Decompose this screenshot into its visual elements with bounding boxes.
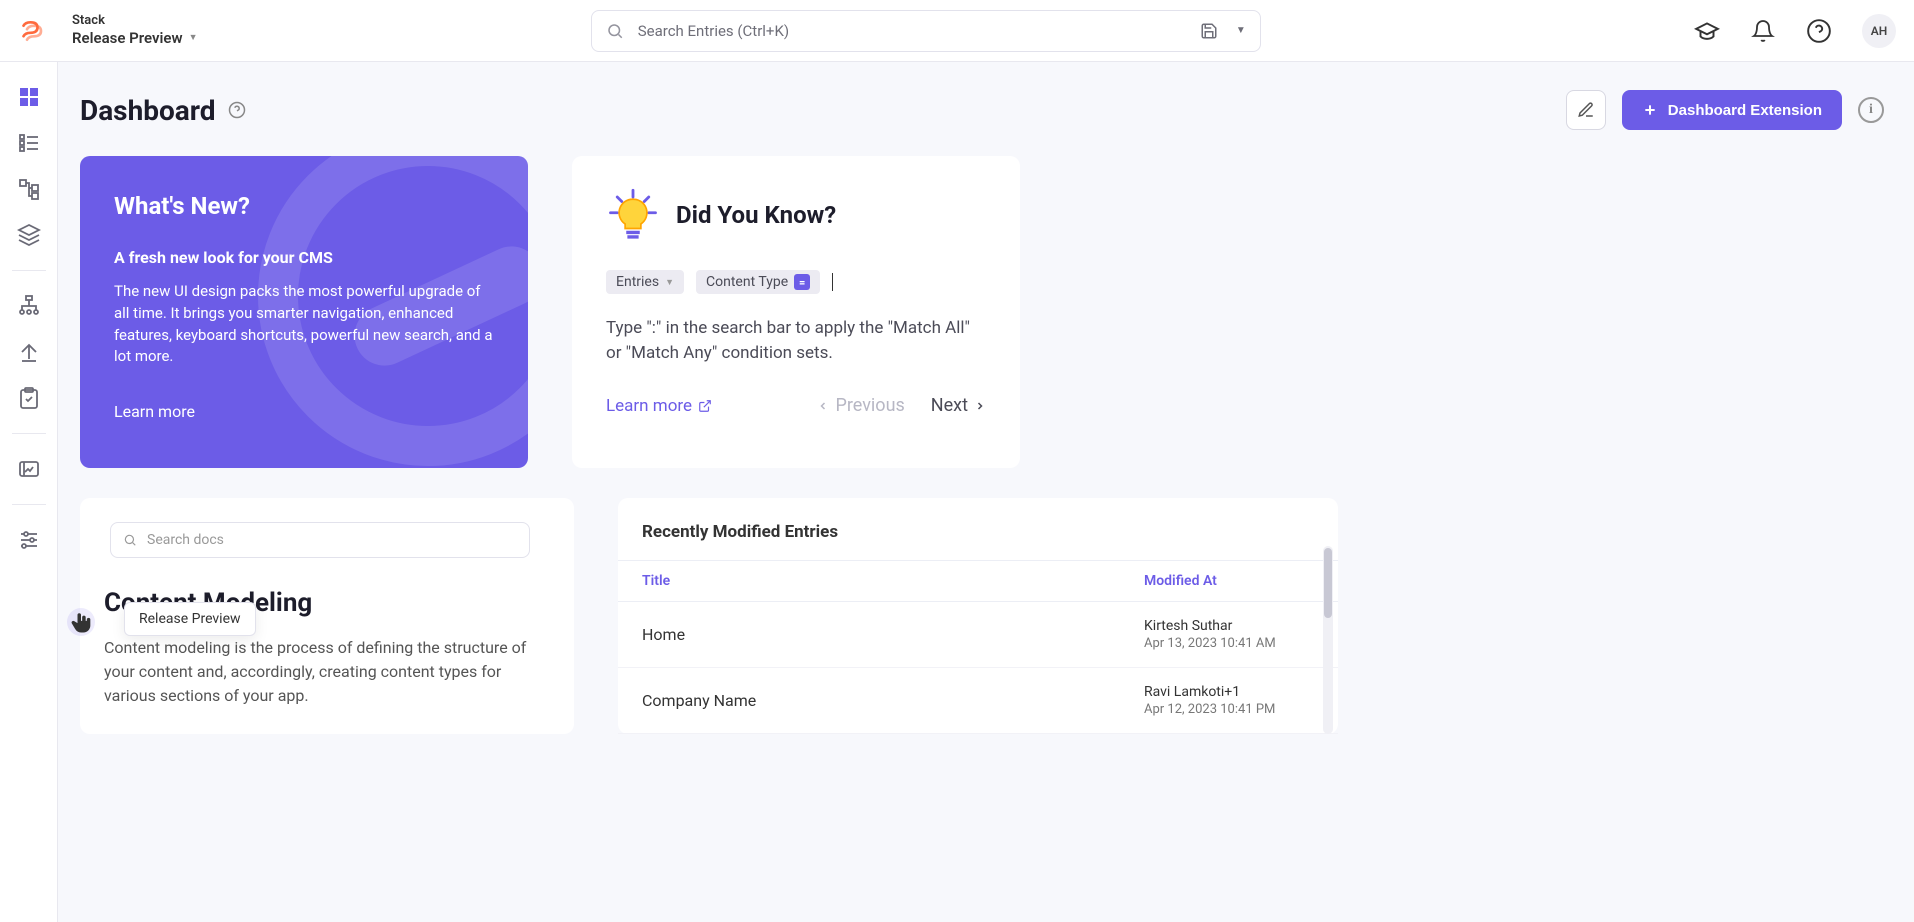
sidebar-item-release-preview[interactable] — [8, 448, 50, 490]
help-icon[interactable] — [228, 101, 246, 119]
caret-down-icon: ▼ — [189, 33, 198, 44]
edit-dashboard-button[interactable] — [1566, 90, 1606, 130]
layers-icon — [17, 223, 41, 247]
app-logo[interactable] — [12, 17, 56, 45]
hand-pointer-icon — [67, 608, 95, 636]
caret-down-icon: ▼ — [665, 277, 674, 288]
tree-icon — [17, 177, 41, 201]
dashboard-icon — [17, 85, 41, 109]
sidebar-separator — [12, 504, 46, 505]
stack-env: Release Preview ▼ — [72, 29, 197, 48]
chevron-right-icon — [974, 400, 986, 412]
col-title[interactable]: Title — [642, 573, 1144, 589]
cursor-indicator — [67, 608, 95, 636]
logo-icon — [20, 17, 48, 45]
sliders-icon — [17, 528, 41, 552]
caret-down-icon: ▼ — [1236, 25, 1246, 36]
lower-row: Search docs Content Modeling Content mod… — [80, 498, 1884, 734]
sidebar-item-entries[interactable] — [8, 122, 50, 164]
docs-search-input[interactable]: Search docs — [110, 522, 530, 558]
sidebar-item-assets[interactable] — [8, 214, 50, 256]
did-you-know-learn-more[interactable]: Learn more — [606, 396, 712, 416]
sidebar-separator — [12, 433, 46, 434]
tip-next-button[interactable]: Next — [931, 395, 986, 416]
shell: Release Preview Dashboard Dashboard Exte… — [0, 62, 1914, 922]
search-filter-toggle[interactable]: ▼ — [1200, 22, 1246, 40]
plus-icon — [1642, 102, 1658, 118]
tip-pager: Previous Next — [817, 395, 986, 416]
did-you-know-card: Did You Know? Entries ▼ Content Type = T… — [572, 156, 1020, 468]
search-placeholder: Search Entries (Ctrl+K) — [638, 22, 1200, 40]
col-modified[interactable]: Modified At — [1144, 573, 1314, 589]
save-icon — [1200, 22, 1218, 40]
help-icon[interactable] — [1806, 18, 1832, 44]
external-link-icon — [698, 399, 712, 413]
stack-selector[interactable]: Stack Release Preview ▼ — [72, 13, 197, 48]
recent-entries-panel: Recently Modified Entries Title Modified… — [618, 498, 1338, 734]
row-modified-by: Kirtesh Suthar — [1144, 618, 1314, 634]
whats-new-body: The new UI design packs the most powerfu… — [114, 281, 494, 368]
tip-prev-button[interactable]: Previous — [817, 395, 904, 416]
table-row[interactable]: Company Name Ravi Lamkoti+1 Apr 12, 2023… — [618, 668, 1338, 734]
text-cursor — [832, 273, 833, 291]
row-title: Home — [642, 625, 1144, 644]
main-content: Release Preview Dashboard Dashboard Exte… — [58, 62, 1914, 922]
topbar-actions: AH — [1694, 14, 1896, 48]
did-you-know-title: Did You Know? — [676, 201, 836, 229]
sidebar-item-dashboard[interactable] — [8, 76, 50, 118]
whats-new-subhead: A fresh new look for your CMS — [114, 248, 494, 267]
scrollbar[interactable] — [1323, 546, 1333, 734]
sidebar-item-tasks[interactable] — [8, 377, 50, 419]
bell-icon[interactable] — [1750, 18, 1776, 44]
upload-icon — [17, 340, 41, 364]
bulb-icon — [606, 188, 660, 242]
preview-icon — [17, 457, 41, 481]
whats-new-learn-more[interactable]: Learn more — [114, 402, 494, 421]
content-modeling-body: Content modeling is the process of defin… — [104, 636, 534, 708]
did-you-know-body: Type ":" in the search bar to apply the … — [606, 316, 986, 365]
row-modified-by: Ravi Lamkoti+1 — [1144, 684, 1314, 700]
topbar: Stack Release Preview ▼ Search Entries (… — [0, 0, 1914, 62]
page-header: Dashboard Dashboard Extension i — [80, 90, 1884, 130]
tooltip-release-preview: Release Preview — [124, 602, 256, 636]
did-you-know-chips: Entries ▼ Content Type = — [606, 270, 986, 294]
search-icon — [606, 22, 624, 40]
chip-entries[interactable]: Entries ▼ — [606, 270, 684, 294]
whats-new-card: What's New? A fresh new look for your CM… — [80, 156, 528, 468]
sidebar-item-localization[interactable] — [8, 285, 50, 327]
sidebar — [0, 62, 58, 922]
scrollbar-thumb[interactable] — [1324, 548, 1332, 618]
network-icon — [17, 294, 41, 318]
sidebar-item-content-model[interactable] — [8, 168, 50, 210]
recent-table-header: Title Modified At — [618, 560, 1338, 602]
row-modified-at: Apr 13, 2023 10:41 AM — [1144, 636, 1314, 651]
equals-badge-icon: = — [794, 274, 810, 290]
table-row[interactable]: Home Kirtesh Suthar Apr 13, 2023 10:41 A… — [618, 602, 1338, 668]
sidebar-item-publish[interactable] — [8, 331, 50, 373]
add-dashboard-extension-button[interactable]: Dashboard Extension — [1622, 90, 1842, 130]
stack-name: Stack — [72, 13, 197, 29]
checklist-icon — [17, 386, 41, 410]
sidebar-item-settings[interactable] — [8, 519, 50, 561]
chevron-left-icon — [817, 400, 829, 412]
search-icon — [123, 533, 137, 547]
cards-row: What's New? A fresh new look for your CM… — [80, 156, 1884, 468]
user-avatar[interactable]: AH — [1862, 14, 1896, 48]
recent-entries-title: Recently Modified Entries — [618, 522, 1338, 560]
graduation-icon[interactable] — [1694, 18, 1720, 44]
sidebar-separator — [12, 270, 46, 271]
row-title: Company Name — [642, 691, 1144, 710]
page-actions: Dashboard Extension i — [1566, 90, 1884, 130]
page-title: Dashboard — [80, 94, 216, 127]
search-input[interactable]: Search Entries (Ctrl+K) ▼ — [591, 10, 1261, 52]
row-modified-at: Apr 12, 2023 10:41 PM — [1144, 702, 1314, 717]
list-icon — [17, 131, 41, 155]
chip-content-type[interactable]: Content Type = — [696, 270, 820, 294]
pencil-icon — [1577, 101, 1595, 119]
whats-new-heading: What's New? — [114, 192, 494, 220]
info-icon[interactable]: i — [1858, 97, 1884, 123]
